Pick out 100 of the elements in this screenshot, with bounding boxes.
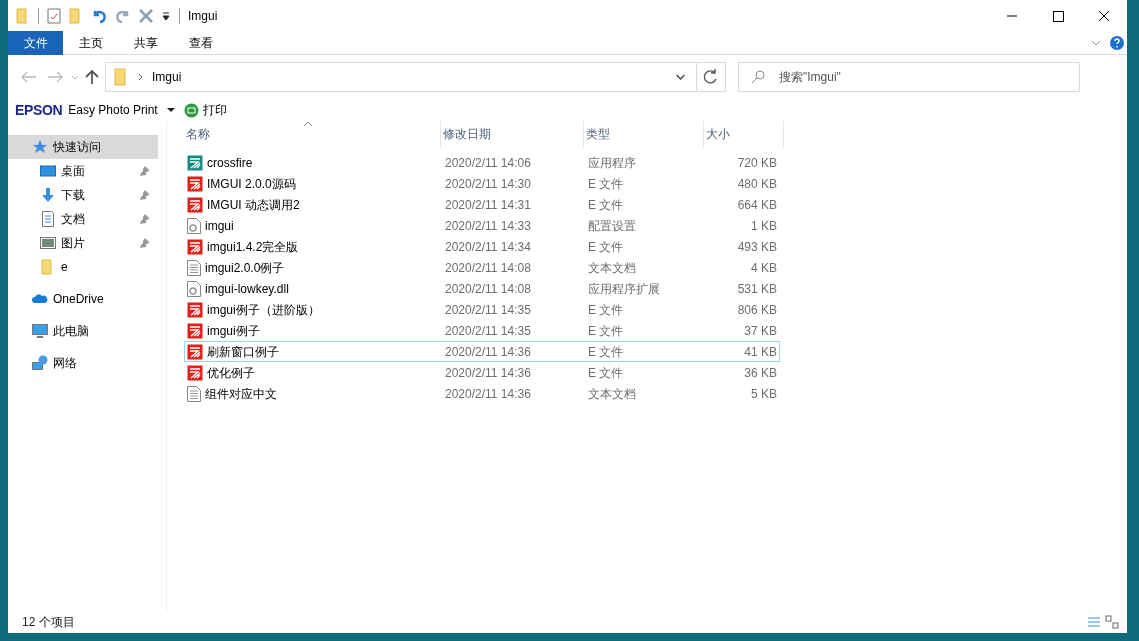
folder-icon[interactable]: [69, 7, 83, 24]
nav-item[interactable]: 网络: [8, 351, 158, 375]
nav-item[interactable]: 桌面: [8, 159, 158, 183]
ribbon-tab[interactable]: 查看: [173, 30, 228, 55]
picture-icon: [40, 235, 56, 251]
pin-icon: [140, 190, 150, 200]
column-header[interactable]: 修改日期: [441, 121, 584, 147]
nav-item[interactable]: 此电脑: [8, 319, 158, 343]
column-header[interactable]: 类型: [584, 121, 704, 147]
file-type: E 文件: [587, 238, 625, 256]
search-field[interactable]: 搜索"Imgui": [738, 62, 1080, 92]
item-count: 12 个项目: [22, 614, 75, 631]
dropdown-icon[interactable]: [161, 10, 171, 21]
document-icon: [40, 211, 56, 227]
tiles-view-icon[interactable]: [1105, 615, 1119, 629]
modified-date: 2020/2/11 14:34: [444, 238, 532, 256]
nav-item[interactable]: OneDrive: [8, 287, 158, 311]
nav-item[interactable]: 文档: [8, 207, 158, 231]
program-icon: [187, 196, 203, 213]
ribbon-tab[interactable]: 文件: [8, 30, 63, 55]
file-row[interactable]: 优化例子 2020/2/11 14:36 E 文件 36 KB: [184, 362, 780, 383]
down-arrow-icon: [40, 187, 56, 203]
app-name[interactable]: Easy Photo Print: [68, 101, 158, 119]
properties-icon[interactable]: [47, 7, 61, 24]
ribbon-tab[interactable]: 主页: [63, 30, 118, 55]
pin-icon: [140, 214, 150, 224]
file-size: 493 KB: [736, 238, 777, 256]
file-size: 1 KB: [750, 217, 777, 235]
file-name: imgui例子（进阶版）: [207, 301, 320, 319]
modified-date: 2020/2/11 14:08: [444, 280, 532, 298]
file-size: 480 KB: [736, 175, 777, 193]
program-icon: [187, 175, 203, 192]
nav-item[interactable]: 下载: [8, 183, 158, 207]
nav-item[interactable]: 快速访问: [8, 135, 158, 159]
desktop-icon: [40, 163, 56, 179]
file-type: 文本文档: [587, 385, 637, 403]
modified-date: 2020/2/11 14:36: [444, 364, 532, 382]
file-size: 720 KB: [736, 154, 777, 172]
search-icon: [751, 70, 765, 84]
file-type: E 文件: [587, 364, 625, 382]
delete-icon[interactable]: [139, 8, 153, 23]
window-title: Imgui: [188, 7, 218, 25]
folder-icon[interactable]: [16, 7, 30, 24]
pin-icon: [140, 238, 150, 248]
file-name: imgui2.0.0例子: [205, 259, 285, 277]
printer-icon[interactable]: [183, 102, 199, 118]
program-icon: [187, 364, 203, 381]
file-name: imgui-lowkey.dll: [205, 280, 289, 298]
file-type: E 文件: [587, 343, 625, 361]
details-view-icon[interactable]: [1087, 615, 1101, 629]
file-row[interactable]: IMGUI 动态调用2 2020/2/11 14:31 E 文件 664 KB: [184, 194, 780, 215]
file-size: 37 KB: [743, 322, 777, 340]
address-path: Imgui: [152, 69, 183, 86]
modified-date: 2020/2/11 14:08: [444, 259, 532, 277]
program-icon: [187, 301, 203, 318]
modified-date: 2020/2/11 14:35: [444, 301, 532, 319]
print-label[interactable]: 打印: [202, 101, 227, 119]
help-icon[interactable]: [1110, 35, 1124, 50]
file-row[interactable]: IMGUI 2.0.0源码 2020/2/11 14:30 E 文件 480 KB: [184, 173, 780, 194]
modified-date: 2020/2/11 14:36: [444, 343, 532, 361]
file-type: 应用程序: [587, 154, 637, 172]
sort-caret-icon: [304, 121, 312, 126]
file-row[interactable]: imgui例子 2020/2/11 14:35 E 文件 37 KB: [184, 320, 780, 341]
file-row[interactable]: imgui1.4.2完全版 2020/2/11 14:34 E 文件 493 KB: [184, 236, 780, 257]
file-row[interactable]: imgui2.0.0例子 2020/2/11 14:08 文本文档 4 KB: [184, 257, 780, 278]
file-size: 664 KB: [736, 196, 777, 214]
modified-date: 2020/2/11 14:36: [444, 385, 532, 403]
file-row[interactable]: 组件对应中文 2020/2/11 14:36 文本文档 5 KB: [184, 383, 780, 404]
network-icon: [32, 355, 48, 371]
file-row[interactable]: crossfire 2020/2/11 14:06 应用程序 720 KB: [184, 152, 780, 173]
dropdown-icon[interactable]: [165, 105, 176, 115]
nav-item[interactable]: e: [8, 255, 158, 279]
file-row[interactable]: imgui例子（进阶版） 2020/2/11 14:35 E 文件 806 KB: [184, 299, 780, 320]
ribbon-tab[interactable]: 共享: [118, 30, 173, 55]
file-row[interactable]: imgui 2020/2/11 14:33 配置设置 1 KB: [184, 215, 780, 236]
star-icon: [32, 139, 48, 155]
modified-date: 2020/2/11 14:06: [444, 154, 532, 172]
file-name: 刷新窗口例子: [207, 343, 279, 361]
file-name: IMGUI 动态调用2: [207, 196, 300, 214]
folder-icon: [114, 68, 128, 86]
text-file-icon: [187, 385, 201, 402]
file-type: E 文件: [587, 322, 625, 340]
column-header[interactable]: 名称: [184, 121, 441, 147]
address-bar[interactable]: Imgui: [105, 62, 726, 92]
epson-logo: EPSON: [15, 100, 63, 120]
file-type: E 文件: [587, 196, 625, 214]
file-type: 文本文档: [587, 259, 637, 277]
file-name: imgui: [205, 217, 234, 235]
file-size: 531 KB: [736, 280, 777, 298]
file-name: imgui1.4.2完全版: [207, 238, 299, 256]
column-header[interactable]: 大小: [704, 121, 784, 147]
file-name: 组件对应中文: [205, 385, 277, 403]
file-row[interactable]: imgui-lowkey.dll 2020/2/11 14:08 应用程序扩展 531 KB: [184, 278, 780, 299]
file-type: E 文件: [587, 175, 625, 193]
file-row[interactable]: 刷新窗口例子 2020/2/11 14:36 E 文件 41 KB: [184, 341, 780, 362]
modified-date: 2020/2/11 14:33: [444, 217, 532, 235]
nav-item[interactable]: 图片: [8, 231, 158, 255]
file-type: E 文件: [587, 301, 625, 319]
text-file-icon: [187, 259, 201, 276]
file-type: 应用程序扩展: [587, 280, 661, 298]
